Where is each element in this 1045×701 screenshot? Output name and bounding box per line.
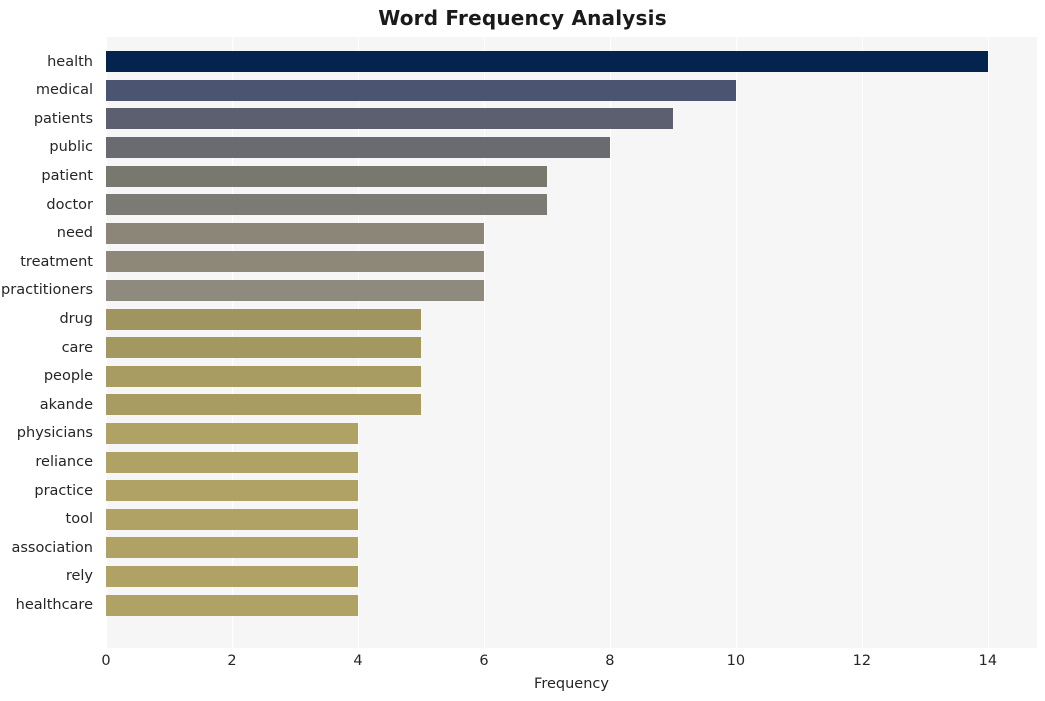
- bar-row: [106, 534, 1037, 563]
- x-tick-label-8: 8: [605, 653, 615, 669]
- y-tick-label-rely: rely: [65, 568, 93, 585]
- y-tick-label-physicians: physicians: [16, 425, 93, 442]
- x-tick-label-12: 12: [852, 653, 872, 669]
- bar-row: [106, 362, 1037, 391]
- y-tick-label-patients: patients: [33, 110, 93, 127]
- y-tick-label-health: health: [47, 53, 93, 70]
- bar-need: [106, 222, 484, 244]
- bar-row: [106, 76, 1037, 105]
- chart-title: Word Frequency Analysis: [378, 6, 667, 30]
- bar-row: [106, 133, 1037, 162]
- chart-figure: Word Frequency Analysis health medical pat…: [0, 0, 1045, 701]
- bar-row: [106, 47, 1037, 76]
- bar-row: [106, 476, 1037, 505]
- x-tick-label-10: 10: [726, 653, 746, 669]
- y-tick-label-practitioners: practitioners: [1, 282, 93, 299]
- y-tick-label-practice: practice: [34, 482, 93, 499]
- bar-people: [106, 365, 421, 387]
- x-axis-tick-labels: 0 2 4 6 8 10 12 14: [0, 653, 1045, 675]
- bar-row: [106, 105, 1037, 134]
- bar-physicians: [106, 422, 358, 444]
- bar-row: [106, 419, 1037, 448]
- bar-row: [106, 562, 1037, 591]
- bar-row: [106, 391, 1037, 420]
- y-tick-label-doctor: doctor: [46, 196, 93, 213]
- bar-row: [106, 276, 1037, 305]
- bar-rely: [106, 565, 358, 587]
- bar-drug: [106, 308, 421, 330]
- x-tick-label-14: 14: [978, 653, 998, 669]
- y-tick-label-tool: tool: [65, 511, 93, 528]
- y-tick-label-public: public: [49, 139, 93, 156]
- bar-row: [106, 162, 1037, 191]
- bar-practice: [106, 480, 358, 502]
- x-tick-label-2: 2: [227, 653, 237, 669]
- y-tick-label-need: need: [56, 225, 93, 242]
- x-axis-label: Frequency: [534, 676, 609, 692]
- bar-tool: [106, 508, 358, 530]
- x-tick-label-4: 4: [353, 653, 363, 669]
- bar-row: [106, 248, 1037, 277]
- bar-patient: [106, 165, 547, 187]
- x-tick-label-0: 0: [101, 653, 111, 669]
- y-tick-label-akande: akande: [39, 396, 93, 413]
- plot-area: [106, 37, 1037, 648]
- y-tick-label-people: people: [43, 368, 93, 385]
- bar-health: [106, 51, 988, 73]
- bar-reliance: [106, 451, 358, 473]
- bar-patients: [106, 108, 673, 130]
- bar-healthcare: [106, 594, 358, 616]
- y-tick-label-association: association: [11, 539, 93, 556]
- bar-akande: [106, 394, 421, 416]
- bars-layer: [106, 37, 1037, 648]
- bar-medical: [106, 79, 736, 101]
- y-tick-label-patient: patient: [41, 168, 93, 185]
- bar-treatment: [106, 251, 484, 273]
- y-tick-label-treatment: treatment: [20, 253, 93, 270]
- x-tick-label-6: 6: [479, 653, 489, 669]
- y-tick-label-reliance: reliance: [35, 454, 93, 471]
- bar-row: [106, 333, 1037, 362]
- bar-association: [106, 537, 358, 559]
- y-tick-label-healthcare: healthcare: [15, 597, 93, 614]
- y-tick-label-care: care: [61, 339, 93, 356]
- bar-doctor: [106, 194, 547, 216]
- y-tick-label-medical: medical: [35, 82, 93, 99]
- bar-row: [106, 305, 1037, 334]
- bar-row: [106, 448, 1037, 477]
- bar-public: [106, 136, 610, 158]
- bar-row: [106, 591, 1037, 620]
- bar-row: [106, 219, 1037, 248]
- bar-care: [106, 337, 421, 359]
- y-tick-label-drug: drug: [59, 311, 93, 328]
- y-axis-tick-labels: health medical patients public patient doctor…: [0, 37, 100, 648]
- bar-row: [106, 505, 1037, 534]
- bar-practitioners: [106, 279, 484, 301]
- bar-row: [106, 190, 1037, 219]
